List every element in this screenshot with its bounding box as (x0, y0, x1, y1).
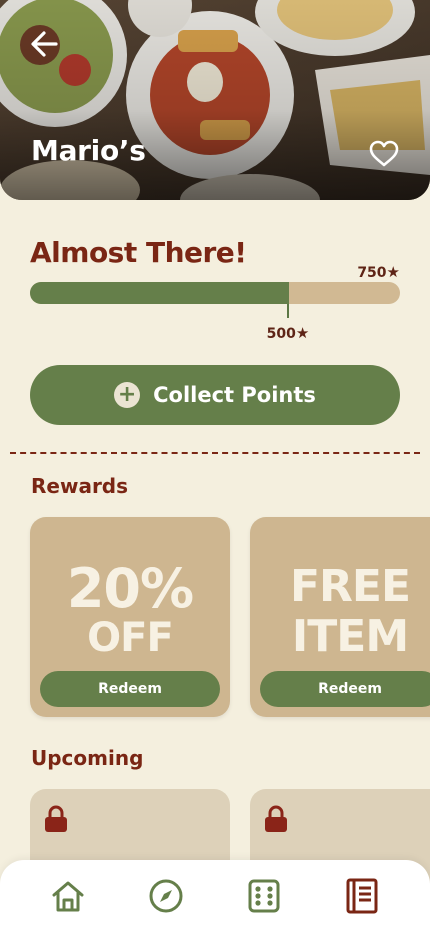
points-progress-bar (30, 282, 400, 304)
nav-games[interactable] (246, 878, 282, 914)
rewards-heading: Rewards (31, 474, 129, 498)
progress-title: Almost There! (30, 236, 247, 269)
goal-points-label: 750★ (330, 263, 400, 281)
hero-gradient-overlay (0, 0, 430, 200)
upcoming-heading: Upcoming (31, 746, 144, 770)
lock-icon (265, 805, 287, 832)
reward-amount: 20% (66, 557, 194, 620)
plus-circle-icon: + (114, 382, 141, 408)
home-icon (52, 881, 84, 912)
collect-points-button[interactable]: + Collect Points (30, 365, 400, 425)
reward-card: FREE ITEM Redeem (250, 517, 430, 717)
menu-book-icon (346, 878, 378, 914)
dice-icon (248, 879, 280, 913)
bottom-navigation (0, 860, 430, 932)
arrow-left-icon (31, 31, 58, 57)
redeem-button[interactable]: Redeem (40, 671, 220, 707)
nav-explore[interactable] (148, 878, 184, 914)
reward-amount: FREE (289, 561, 411, 612)
progress-fill (30, 282, 289, 304)
lock-icon (45, 805, 67, 832)
nav-home[interactable] (50, 878, 86, 914)
restaurant-name: Mario’s (31, 134, 146, 167)
favorite-button[interactable] (368, 138, 400, 170)
compass-icon (149, 879, 183, 913)
collect-points-label: Collect Points (153, 383, 316, 407)
goal-points-value: 750 (357, 265, 387, 281)
heart-outline-icon (369, 140, 399, 167)
current-points-marker (287, 304, 289, 318)
hero-banner (0, 0, 430, 200)
star-icon: ★ (386, 263, 400, 281)
section-divider (10, 452, 420, 454)
back-button[interactable] (26, 28, 62, 60)
current-points-value: 500 (266, 326, 296, 342)
star-icon: ★ (295, 324, 310, 342)
reward-type: ITEM (291, 611, 409, 662)
reward-type: OFF (87, 615, 174, 661)
reward-card: 20% OFF Redeem (30, 517, 230, 717)
nav-menu[interactable] (344, 878, 380, 914)
redeem-button[interactable]: Redeem (260, 671, 430, 707)
current-points-label: 500★ (248, 324, 328, 342)
